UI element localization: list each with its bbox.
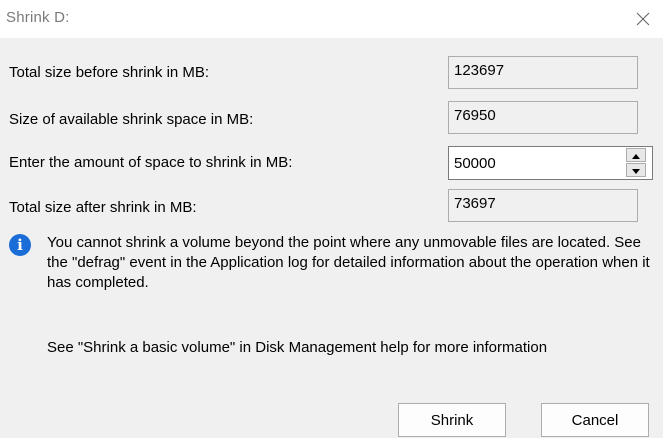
available-space-value: 76950 — [448, 101, 638, 134]
close-button[interactable] — [623, 0, 663, 38]
cancel-button[interactable]: Cancel — [541, 403, 649, 437]
available-space-label: Size of available shrink space in MB: — [9, 111, 254, 128]
shrink-amount-stepper — [448, 146, 653, 180]
spin-down-button[interactable] — [626, 163, 646, 177]
total-before-label: Total size before shrink in MB: — [9, 64, 210, 81]
shrink-dialog: Shrink D: Total size before shrink in MB… — [0, 0, 663, 438]
total-after-label: Total size after shrink in MB: — [9, 199, 197, 216]
window-title: Shrink D: — [6, 9, 70, 26]
title-bar: Shrink D: — [0, 0, 663, 38]
total-before-value: 123697 — [448, 56, 638, 89]
total-after-value: 73697 — [448, 189, 638, 222]
caret-down-icon — [632, 161, 640, 179]
shrink-button[interactable]: Shrink — [398, 403, 506, 437]
close-icon — [636, 12, 650, 26]
help-text: See "Shrink a basic volume" in Disk Mana… — [47, 339, 548, 356]
spin-up-button[interactable] — [626, 148, 646, 162]
info-message: You cannot shrink a volume beyond the po… — [47, 234, 650, 291]
info-icon: i — [9, 234, 31, 256]
shrink-amount-label: Enter the amount of space to shrink in M… — [9, 154, 293, 171]
shrink-amount-input[interactable] — [449, 147, 619, 179]
